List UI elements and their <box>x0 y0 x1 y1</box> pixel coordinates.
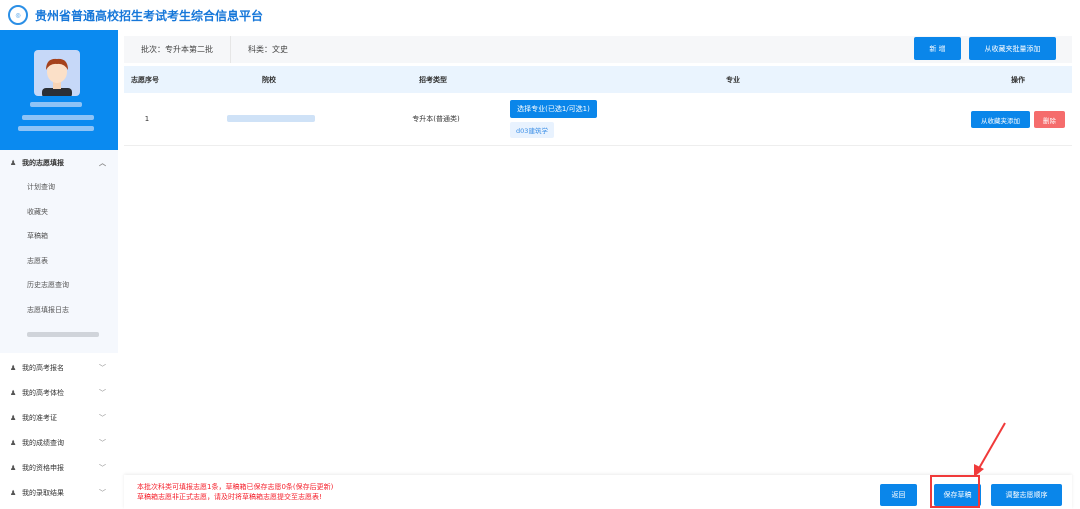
menu-registration[interactable]: ♟ 我的高考报名 ﹀ <box>0 356 118 381</box>
submenu-volunteer-table[interactable]: 志愿表 <box>0 249 118 274</box>
col-index: 志愿序号 <box>131 75 159 84</box>
menu-volunteer-filling[interactable]: ♟ 我的志愿填报 ︿ <box>0 150 118 175</box>
main-content: 批次：专升本第二批 科类：文史 新 增 从收藏夹批量添加 志愿序号 院校 招考类… <box>124 36 1072 146</box>
menu-group-volunteer: ♟ 我的志愿填报 ︿ 计划查询 收藏夹 草稿箱 志愿表 历史志愿查询 志愿填报日志 <box>0 150 118 353</box>
platform-logo-icon: ◎ <box>8 5 28 25</box>
col-type: 招考类型 <box>419 75 447 84</box>
submenu-log[interactable]: 志愿填报日志 <box>0 298 118 323</box>
chevron-down-icon: ﹀ <box>99 464 106 472</box>
user-icon: ♟ <box>10 414 17 422</box>
chevron-down-icon: ﹀ <box>99 364 106 372</box>
category-label: 科类：文史 <box>248 45 288 54</box>
col-actions: 操作 <box>1011 75 1025 84</box>
notice-line-2: 草稿箱志愿非正式志愿，请及时将草稿箱志愿提交至志愿表! <box>137 493 322 501</box>
user-info-blurred <box>18 126 94 131</box>
chevron-up-icon: ︿ <box>99 158 106 167</box>
app-title: 贵州省普通高校招生考试考生综合信息平台 <box>35 8 264 23</box>
menu-scores[interactable]: ♟ 我的成绩查询 ﹀ <box>0 431 118 456</box>
add-button[interactable]: 新 增 <box>914 37 961 60</box>
batch-label: 批次：专升本第二批 <box>124 36 231 63</box>
profile-panel <box>0 30 118 150</box>
bottom-bar: 本批次科类可填报志愿1条，草稿箱已保存志愿0条(保存后更新) 草稿箱志愿非正式志… <box>124 475 1072 509</box>
toolbar: 批次：专升本第二批 科类：文史 新 增 从收藏夹批量添加 <box>124 36 1072 63</box>
menu-physical-exam[interactable]: ♟ 我的高考体检 ﹀ <box>0 381 118 406</box>
menu-admission-ticket[interactable]: ♟ 我的准考证 ﹀ <box>0 406 118 431</box>
col-major: 专业 <box>726 75 740 84</box>
chevron-down-icon: ﹀ <box>99 439 106 447</box>
user-icon: ♟ <box>10 389 17 397</box>
user-id-blurred <box>22 115 94 120</box>
user-name-blurred <box>30 102 82 107</box>
menu-qualification[interactable]: ♟ 我的资格申报 ﹀ <box>0 456 118 481</box>
major-tag[interactable]: d03建筑学 <box>510 122 554 138</box>
submenu-blurred[interactable] <box>0 322 118 347</box>
submenu-drafts[interactable]: 草稿箱 <box>0 224 118 249</box>
submenu-favorites[interactable]: 收藏夹 <box>0 200 118 225</box>
header: ◎ 贵州省普通高校招生考试考生综合信息平台 <box>0 0 1080 30</box>
back-button[interactable]: 返回 <box>880 484 917 506</box>
batch-add-from-favorites-button[interactable]: 从收藏夹批量添加 <box>969 37 1056 60</box>
user-icon: ♟ <box>10 489 17 497</box>
user-icon: ♟ <box>10 439 17 447</box>
submenu-plan-query[interactable]: 计划查询 <box>0 175 118 200</box>
submenu-history[interactable]: 历史志愿查询 <box>0 273 118 298</box>
user-icon: ♟ <box>10 364 17 372</box>
delete-button[interactable]: 删除 <box>1034 111 1065 128</box>
row-type: 专升本(普通类) <box>412 115 460 123</box>
notice-line-1: 本批次科类可填报志愿1条，草稿箱已保存志愿0条(保存后更新) <box>137 483 334 491</box>
table-row: 1 专升本(普通类) 选择专业(已选1/可选1) d03建筑学 从收藏夹添加 删… <box>124 93 1072 146</box>
menu-admission-result[interactable]: ♟ 我的录取结果 ﹀ <box>0 481 118 506</box>
add-from-favorites-button[interactable]: 从收藏夹添加 <box>971 111 1030 128</box>
chevron-down-icon: ﹀ <box>99 414 106 422</box>
select-major-button[interactable]: 选择专业(已选1/可选1) <box>510 100 597 118</box>
row-index: 1 <box>144 115 150 123</box>
sidebar: ♟ 我的志愿填报 ︿ 计划查询 收藏夹 草稿箱 志愿表 历史志愿查询 志愿填报日志 … <box>0 30 118 509</box>
table-header: 志愿序号 院校 招考类型 专业 操作 <box>124 66 1072 93</box>
annotation-arrow-icon <box>974 422 1006 477</box>
user-icon: ♟ <box>10 464 17 472</box>
chevron-down-icon: ﹀ <box>99 489 106 497</box>
user-icon: ♟ <box>10 158 17 167</box>
notice-text: 本批次科类可填报志愿1条，草稿箱已保存志愿0条(保存后更新) 草稿箱志愿非正式志… <box>137 482 333 502</box>
school-name-blurred <box>227 115 315 122</box>
col-school: 院校 <box>262 75 276 84</box>
reorder-button[interactable]: 调整志愿顺序 <box>991 484 1062 506</box>
avatar <box>34 50 80 96</box>
chevron-down-icon: ﹀ <box>99 389 106 397</box>
